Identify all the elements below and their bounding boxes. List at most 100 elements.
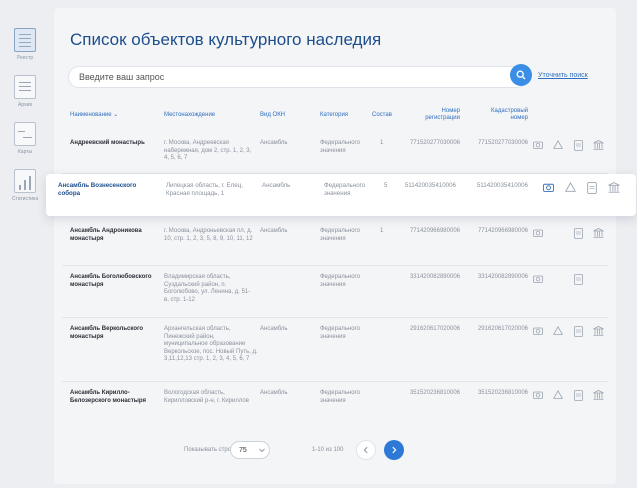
- object-name[interactable]: Ансамбль Вознесенского собора: [58, 182, 154, 197]
- museum-icon: [608, 182, 620, 193]
- registration-number: 351520236810006: [409, 390, 460, 396]
- warning-icon: [553, 390, 563, 399]
- object-name[interactable]: Ансамбль Боголюбовского монастыря: [70, 274, 160, 289]
- object-category: Федерального значения: [320, 228, 360, 242]
- museum-button[interactable]: [592, 140, 604, 154]
- sidebar-item-archive[interactable]: Архив: [8, 75, 42, 108]
- maps-icon: [14, 122, 36, 146]
- column-header-cadastral[interactable]: Кадастровый номер: [464, 108, 528, 122]
- warning-icon: [564, 182, 576, 192]
- row-actions: [532, 140, 604, 154]
- header-line: регистрации: [425, 115, 460, 121]
- object-name[interactable]: Ансамбль Кирилло-Белозерского монастыря: [70, 390, 154, 405]
- document-button[interactable]: [572, 140, 584, 154]
- document-button[interactable]: [572, 390, 584, 404]
- row-actions: [542, 182, 620, 196]
- previous-page-button[interactable]: [356, 440, 376, 460]
- cadastral-number: 351520236810006: [477, 390, 528, 396]
- page-title: Список объектов культурного наследия: [70, 30, 382, 49]
- registration-number: 771420966980006: [409, 228, 460, 234]
- museum-icon: [592, 390, 604, 400]
- row-actions: [532, 228, 604, 242]
- document-icon: [573, 140, 583, 151]
- object-location: г. Москва, Андреевская набережная, дом 2…: [164, 140, 252, 161]
- warning-icon: [553, 326, 563, 335]
- photo-button[interactable]: [532, 274, 544, 288]
- rows-per-page-label: Показывать строк: [184, 447, 234, 453]
- refine-search-link[interactable]: Уточнить поиск: [538, 72, 588, 79]
- museum-button[interactable]: [592, 390, 604, 404]
- column-header-registration[interactable]: Номер регистрации: [404, 108, 460, 122]
- object-name[interactable]: Андреевский монастырь: [70, 140, 160, 148]
- sidebar-item-registry[interactable]: Реестр: [8, 28, 42, 61]
- sidebar-item-label: Карты: [17, 149, 33, 155]
- row-actions: [532, 390, 604, 404]
- map-button[interactable]: [552, 140, 564, 154]
- rows-per-page-select[interactable]: 75: [230, 441, 270, 459]
- cadastral-number: 331420082890006: [477, 274, 528, 280]
- next-page-button[interactable]: [384, 440, 404, 460]
- object-location: Липецкая область, г. Елец, Красная площа…: [166, 182, 243, 197]
- map-button[interactable]: [552, 326, 564, 340]
- object-location: Вологодская область, Кирилловский р-н, г…: [164, 390, 249, 404]
- sidebar-item-label: Статистика: [11, 196, 39, 202]
- chevron-right-icon: [392, 446, 397, 454]
- column-header-type[interactable]: Вид ОКН: [260, 112, 285, 119]
- object-name[interactable]: Ансамбль Андроникова монастыря: [70, 228, 160, 243]
- document-button[interactable]: [572, 228, 584, 242]
- cadastral-number: 771420966980006: [477, 228, 528, 234]
- sidebar-item-maps[interactable]: Карты: [8, 122, 42, 155]
- rows-per-page-value: 75: [239, 447, 247, 454]
- object-category: Федерального значения: [320, 390, 360, 404]
- document-button[interactable]: [586, 182, 598, 196]
- search-button[interactable]: [510, 64, 532, 86]
- registration-number: 771520277030006: [409, 140, 460, 146]
- object-composition: 5: [384, 182, 388, 189]
- table-row[interactable]: Ансамбль Боголюбовского монастыря Владим…: [54, 266, 616, 318]
- photo-button[interactable]: [532, 326, 544, 340]
- object-composition: 1: [380, 228, 384, 234]
- object-category: Федерального значения: [320, 274, 360, 288]
- museum-button[interactable]: [592, 326, 604, 340]
- museum-button[interactable]: [592, 228, 604, 242]
- object-category: Федерального значения: [320, 140, 360, 154]
- table-row[interactable]: Ансамбль Веркольского монастыря Архангел…: [54, 318, 616, 382]
- document-button[interactable]: [572, 274, 584, 288]
- table-row[interactable]: Андреевский монастырь г. Москва, Андреев…: [54, 134, 616, 174]
- column-header-composition[interactable]: Состав: [372, 112, 392, 119]
- header-line: Номер: [441, 108, 460, 114]
- photo-button[interactable]: [532, 140, 544, 154]
- sidebar-item-label: Архив: [17, 102, 32, 108]
- map-button[interactable]: [564, 182, 576, 196]
- camera-icon: [533, 327, 543, 335]
- table-header: Наименование ⌄ Местонахождение Вид ОКН К…: [54, 106, 616, 130]
- table-row[interactable]: Ансамбль Андроникова монастыря г. Москва…: [54, 220, 616, 266]
- registration-number: 291620617020006: [409, 326, 460, 332]
- photo-button[interactable]: [532, 390, 544, 404]
- sidebar-item-statistics[interactable]: Статистика: [8, 169, 42, 202]
- document-icon: [573, 228, 583, 239]
- museum-icon: [592, 140, 604, 150]
- document-icon: [573, 274, 583, 285]
- chevron-left-icon: [363, 446, 368, 454]
- document-button[interactable]: [572, 326, 584, 340]
- table-row-highlighted[interactable]: Ансамбль Вознесенского собора Липецкая о…: [46, 174, 636, 216]
- photo-button[interactable]: [532, 228, 544, 242]
- cadastral-number: 291620617020006: [477, 326, 528, 332]
- map-button[interactable]: [552, 390, 564, 404]
- museum-button[interactable]: [608, 182, 620, 196]
- registration-number: 511420035410006: [404, 182, 456, 189]
- cadastral-number: 771520277030006: [477, 140, 528, 146]
- search-input[interactable]: [79, 72, 499, 82]
- object-category: Федерального значения: [320, 326, 360, 340]
- document-icon: [573, 326, 583, 337]
- table-row[interactable]: Ансамбль Кирилло-Белозерского монастыря …: [54, 382, 616, 430]
- object-name[interactable]: Ансамбль Веркольского монастыря: [70, 326, 160, 341]
- header-line: номер: [510, 115, 528, 121]
- column-header-name[interactable]: Наименование ⌄: [70, 112, 118, 119]
- object-location: Архангельская область, Пинежский район, …: [164, 326, 258, 362]
- photo-button[interactable]: [542, 182, 554, 196]
- object-category: Федерального значения: [324, 182, 366, 197]
- column-header-category[interactable]: Категория: [320, 112, 348, 119]
- column-header-location[interactable]: Местонахождение: [164, 112, 215, 119]
